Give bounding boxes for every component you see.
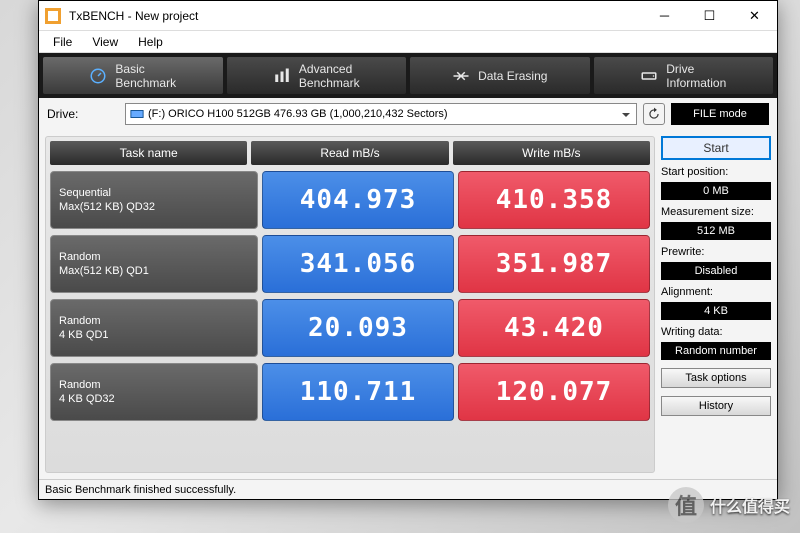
- start-button[interactable]: Start: [661, 136, 771, 160]
- maximize-button[interactable]: ☐: [687, 1, 732, 31]
- titlebar: TxBENCH - New project ─ ☐ ✕: [39, 1, 777, 31]
- measurement-size-value[interactable]: 512 MB: [661, 222, 771, 240]
- file-mode-indicator[interactable]: FILE mode: [671, 103, 769, 125]
- window-title: TxBENCH - New project: [67, 9, 642, 23]
- table-header-row: Task name Read mB/s Write mB/s: [50, 141, 650, 165]
- refresh-icon: [647, 107, 661, 121]
- start-position-value[interactable]: 0 MB: [661, 182, 771, 200]
- drive-select[interactable]: (F:) ORICO H100 512GB 476.93 GB (1,000,2…: [125, 103, 637, 125]
- tab-label: Advanced Benchmark: [299, 62, 360, 90]
- status-bar: Basic Benchmark finished successfully.: [39, 479, 777, 499]
- results-table: Task name Read mB/s Write mB/s Sequentia…: [45, 136, 655, 473]
- watermark: 值 什么值得买: [668, 487, 790, 523]
- write-value: 43.420: [458, 299, 650, 357]
- disk-icon: [130, 107, 144, 121]
- col-task: Task name: [50, 141, 247, 165]
- table-row: Random Max(512 KB) QD1 341.056 351.987: [50, 235, 650, 293]
- tab-label: Drive Information: [666, 62, 726, 90]
- write-value: 351.987: [458, 235, 650, 293]
- watermark-glyph: 值: [668, 487, 704, 523]
- tab-label: Data Erasing: [478, 69, 547, 83]
- tab-data-erasing[interactable]: Data Erasing: [410, 57, 590, 94]
- write-value: 410.358: [458, 171, 650, 229]
- drive-icon: [640, 67, 658, 85]
- start-position-label: Start position:: [661, 166, 771, 178]
- prewrite-value[interactable]: Disabled: [661, 262, 771, 280]
- refresh-button[interactable]: [643, 103, 665, 125]
- table-row: Random 4 KB QD1 20.093 43.420: [50, 299, 650, 357]
- history-button[interactable]: History: [661, 396, 771, 416]
- task-name-cell: Random 4 KB QD1: [50, 299, 258, 357]
- task-name-cell: Sequential Max(512 KB) QD32: [50, 171, 258, 229]
- tab-basic-benchmark[interactable]: Basic Benchmark: [43, 57, 223, 94]
- tab-advanced-benchmark[interactable]: Advanced Benchmark: [227, 57, 407, 94]
- drive-bar: Drive: (F:) ORICO H100 512GB 476.93 GB (…: [39, 98, 777, 130]
- alignment-value[interactable]: 4 KB: [661, 302, 771, 320]
- task-name-cell: Random Max(512 KB) QD1: [50, 235, 258, 293]
- watermark-text: 什么值得买: [710, 493, 790, 517]
- close-button[interactable]: ✕: [732, 1, 777, 31]
- write-value: 120.077: [458, 363, 650, 421]
- gauge-icon: [89, 67, 107, 85]
- tab-label: Basic Benchmark: [115, 62, 176, 90]
- read-value: 341.056: [262, 235, 454, 293]
- task-options-button[interactable]: Task options: [661, 368, 771, 388]
- measurement-size-label: Measurement size:: [661, 206, 771, 218]
- main-body: Task name Read mB/s Write mB/s Sequentia…: [39, 130, 777, 479]
- status-text: Basic Benchmark finished successfully.: [45, 484, 236, 496]
- menu-help[interactable]: Help: [128, 33, 173, 51]
- table-row: Random 4 KB QD32 110.711 120.077: [50, 363, 650, 421]
- read-value: 20.093: [262, 299, 454, 357]
- task-name-cell: Random 4 KB QD32: [50, 363, 258, 421]
- col-write: Write mB/s: [453, 141, 650, 165]
- tab-strip: Basic Benchmark Advanced Benchmark Data …: [39, 53, 777, 98]
- table-row: Sequential Max(512 KB) QD32 404.973 410.…: [50, 171, 650, 229]
- prewrite-label: Prewrite:: [661, 246, 771, 258]
- tab-drive-information[interactable]: Drive Information: [594, 57, 774, 94]
- app-window: TxBENCH - New project ─ ☐ ✕ File View He…: [38, 0, 778, 500]
- drive-value: (F:) ORICO H100 512GB 476.93 GB (1,000,2…: [148, 108, 448, 120]
- menu-file[interactable]: File: [43, 33, 82, 51]
- drive-label: Drive:: [47, 107, 119, 121]
- menubar: File View Help: [39, 31, 777, 53]
- window-controls: ─ ☐ ✕: [642, 1, 777, 31]
- side-panel: Start Start position: 0 MB Measurement s…: [661, 136, 771, 473]
- erase-icon: [452, 67, 470, 85]
- minimize-button[interactable]: ─: [642, 1, 687, 31]
- read-value: 110.711: [262, 363, 454, 421]
- app-icon: [45, 8, 61, 24]
- alignment-label: Alignment:: [661, 286, 771, 298]
- bars-icon: [273, 67, 291, 85]
- writing-data-label: Writing data:: [661, 326, 771, 338]
- read-value: 404.973: [262, 171, 454, 229]
- writing-data-value[interactable]: Random number: [661, 342, 771, 360]
- col-read: Read mB/s: [251, 141, 448, 165]
- menu-view[interactable]: View: [82, 33, 128, 51]
